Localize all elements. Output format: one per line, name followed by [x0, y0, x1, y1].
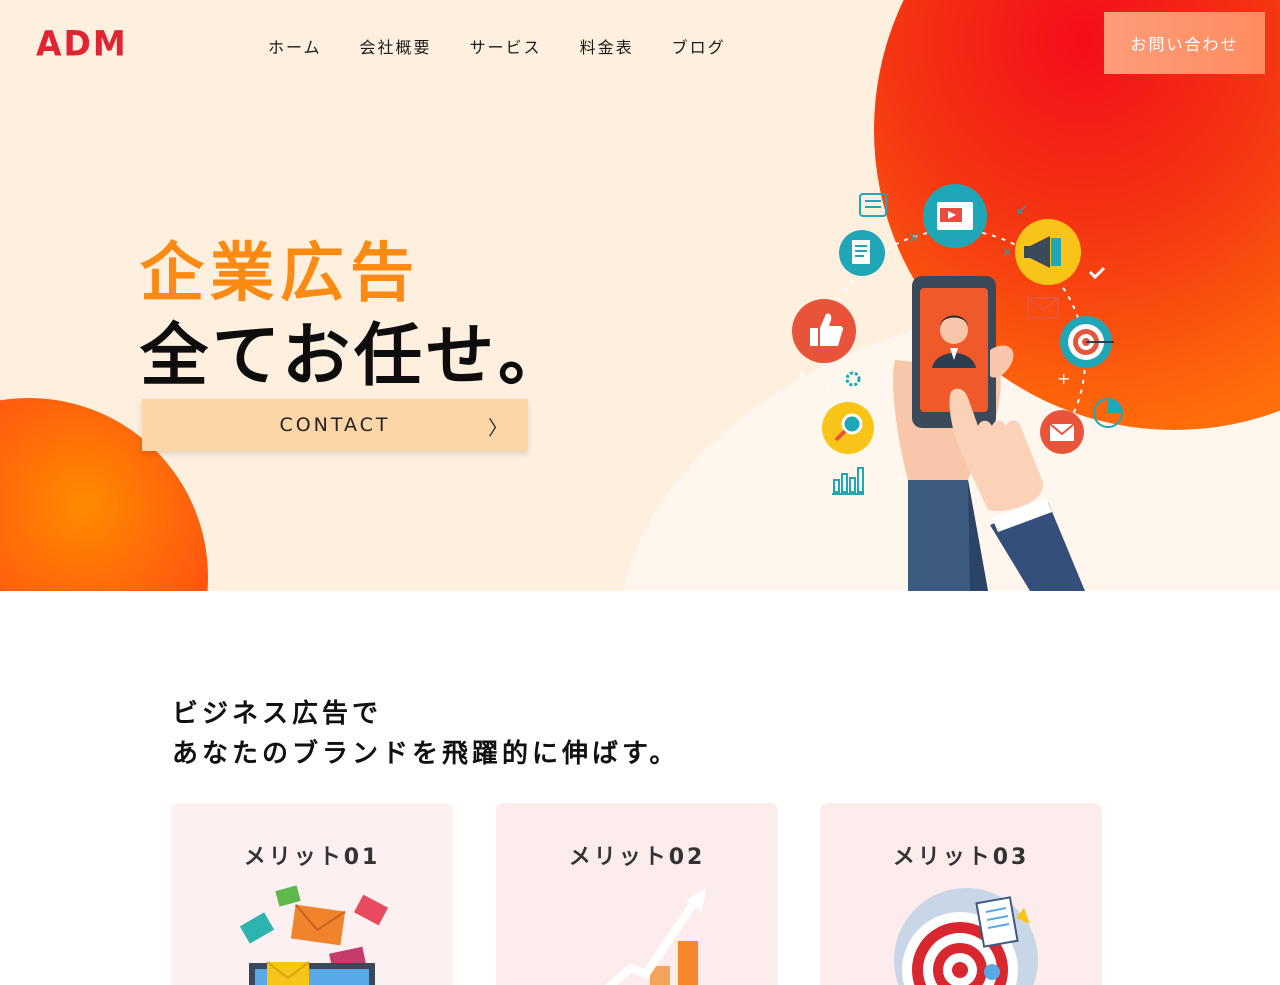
nav-item-company[interactable]: 会社概要 — [360, 34, 432, 58]
section-title: ビジネス広告で あなたのブランドを飛躍的に伸ばす。 — [172, 694, 679, 774]
svg-text:×: × — [1002, 245, 1012, 259]
merit-card-title: メリット01 — [243, 845, 381, 870]
megaphone-icon — [1015, 219, 1081, 285]
merit-card-title: メリット02 — [568, 845, 706, 870]
svg-text:+: + — [1057, 369, 1070, 388]
email-marketing-illustration — [239, 885, 389, 985]
thumbs-up-icon — [792, 299, 856, 363]
nav-item-pricing[interactable]: 料金表 — [580, 34, 634, 58]
hero-section: ADM ホーム 会社概要 サービス 料金表 ブログ お問い合わせ 企業広告 全て… — [0, 0, 1280, 591]
nav-item-services[interactable]: サービス — [470, 34, 542, 58]
envelope-outline-icon — [1027, 297, 1059, 319]
svg-text:×: × — [908, 230, 920, 246]
svg-text:↖: ↖ — [798, 368, 810, 384]
mail-icon — [1040, 410, 1084, 454]
document-edit-icon — [839, 230, 885, 276]
growth-arrow-icon — [605, 888, 706, 985]
target-icon — [1060, 316, 1114, 368]
hero-contact-label: CONTACT — [279, 414, 391, 436]
pie-chart-icon — [1093, 398, 1123, 428]
section-title-line2: あなたのブランドを飛躍的に伸ばす。 — [172, 739, 680, 769]
merit-card-title: メリット03 — [892, 845, 1030, 870]
contact-button[interactable]: お問い合わせ — [1104, 12, 1265, 74]
merit-card-2: メリット02 — [496, 803, 778, 985]
nav-item-home[interactable]: ホーム — [268, 34, 322, 58]
hero-headline-secondary: 全てお任せ。 — [140, 317, 570, 396]
hero-contact-button[interactable]: CONTACT 〉 — [142, 399, 528, 451]
chat-icon — [859, 193, 887, 217]
site-logo[interactable]: ADM — [36, 23, 128, 64]
main-nav: ホーム 会社概要 サービス 料金表 ブログ — [268, 34, 764, 58]
nav-item-blog[interactable]: ブログ — [672, 34, 726, 58]
checkmark-icon — [1088, 266, 1106, 280]
gear-icon — [845, 371, 861, 387]
search-icon — [822, 402, 874, 454]
svg-text:↙: ↙ — [1016, 202, 1028, 218]
smartphone-marketing-illustration: × × + ↙ ↖ — [792, 184, 1123, 591]
chevron-right-icon: 〉 — [488, 416, 508, 440]
target-strategy-illustration — [894, 888, 1038, 985]
growth-chart-illustration — [605, 888, 706, 985]
envelopes-icon — [239, 885, 389, 985]
bar-chart-icon — [832, 467, 864, 495]
target-icon — [894, 888, 1038, 985]
video-icon — [923, 184, 987, 248]
merit-card-3: メリット03 — [820, 803, 1102, 985]
section-title-line1: ビジネス広告で — [172, 699, 383, 729]
merit-card-1: メリット01 — [171, 803, 453, 985]
